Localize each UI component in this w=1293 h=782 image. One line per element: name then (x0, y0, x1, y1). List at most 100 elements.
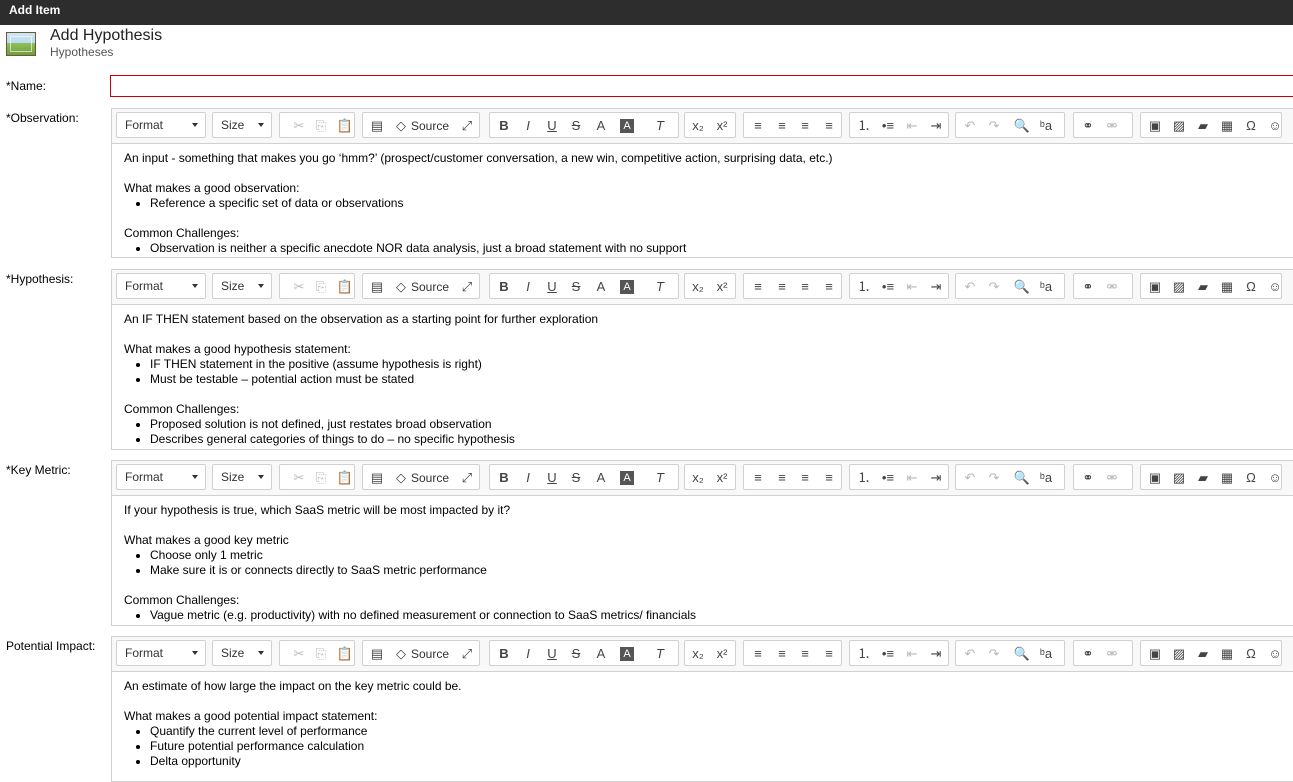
align-center-icon[interactable]: ≡ (772, 469, 792, 487)
size-dropdown[interactable]: Size (212, 273, 272, 299)
name-input[interactable] (110, 75, 1293, 97)
strikethrough-icon[interactable]: S (566, 117, 586, 135)
numbered-list-icon[interactable]: ⒈ (854, 645, 874, 663)
italic-icon[interactable]: I (518, 469, 538, 487)
subscript-icon[interactable]: x₂ (688, 469, 708, 487)
paste-icon[interactable]: 📋 (335, 645, 355, 663)
paste-icon[interactable]: 📋 (335, 117, 355, 135)
indent-icon[interactable]: ⇥ (926, 117, 946, 135)
bulleted-list-icon[interactable]: •≡ (878, 645, 898, 663)
bold-icon[interactable]: B (494, 117, 514, 135)
indent-icon[interactable]: ⇥ (926, 278, 946, 296)
redo-icon[interactable]: ↷ (984, 645, 1004, 663)
cut-icon[interactable]: ✂ (289, 278, 309, 296)
outdent-icon[interactable]: ⇤ (902, 117, 922, 135)
cut-icon[interactable]: ✂ (289, 469, 309, 487)
numbered-list-icon[interactable]: ⒈ (854, 278, 874, 296)
maximize-icon[interactable]: ⤢ (457, 469, 477, 487)
paste-icon[interactable]: 📋 (335, 469, 355, 487)
redo-icon[interactable]: ↷ (984, 117, 1004, 135)
strikethrough-icon[interactable]: S (566, 278, 586, 296)
document-icon[interactable]: ▤ (367, 645, 387, 663)
indent-icon[interactable]: ⇥ (926, 645, 946, 663)
text-color-icon[interactable]: A (591, 469, 611, 487)
find-icon[interactable]: 🔍 (1012, 469, 1032, 487)
remove-format-icon[interactable]: T (650, 278, 670, 296)
underline-icon[interactable]: U (542, 117, 562, 135)
align-left-icon[interactable]: ≡ (748, 469, 768, 487)
bulleted-list-icon[interactable]: •≡ (878, 469, 898, 487)
source-icon[interactable]: ◇ (391, 278, 411, 296)
editor-content[interactable]: An input - something that makes you go ‘… (112, 144, 1293, 256)
italic-icon[interactable]: I (518, 117, 538, 135)
unlink-icon[interactable]: ⚮ (1102, 117, 1122, 135)
document-icon[interactable]: ▤ (367, 117, 387, 135)
numbered-list-icon[interactable]: ⒈ (854, 117, 874, 135)
bulleted-list-icon[interactable]: •≡ (878, 117, 898, 135)
background-color-icon[interactable]: A (620, 647, 634, 661)
replace-icon[interactable]: ᵇa (1036, 278, 1056, 296)
italic-icon[interactable]: I (518, 645, 538, 663)
format-dropdown[interactable]: Format (116, 464, 206, 490)
redo-icon[interactable]: ↷ (984, 469, 1004, 487)
accessibility-icon[interactable]: ☺ (1265, 117, 1285, 135)
remove-format-icon[interactable]: T (650, 117, 670, 135)
insert-image-icon[interactable]: ▣ (1145, 645, 1165, 663)
outdent-icon[interactable]: ⇤ (902, 469, 922, 487)
accessibility-icon[interactable]: ☺ (1265, 278, 1285, 296)
strikethrough-icon[interactable]: S (566, 469, 586, 487)
potential-impact-editor[interactable]: Format Size ✂ ⎘ 📋 ▤ ◇ ⤢ Source B I U S A A Tx₂ x² ≡ ≡ ≡ ≡ ⒈ •≡… (111, 636, 1293, 782)
image-manager-icon[interactable]: ▨ (1169, 645, 1189, 663)
justify-icon[interactable]: ≡ (819, 117, 839, 135)
link-icon[interactable]: ⚭ (1078, 645, 1098, 663)
remove-format-icon[interactable]: T (650, 645, 670, 663)
text-color-icon[interactable]: A (591, 645, 611, 663)
align-left-icon[interactable]: ≡ (748, 278, 768, 296)
justify-icon[interactable]: ≡ (819, 469, 839, 487)
align-center-icon[interactable]: ≡ (772, 278, 792, 296)
key-metric-editor[interactable]: Format Size ✂ ⎘ 📋 ▤ ◇ ⤢ Source B I U S A A Tx₂ x² ≡ ≡ ≡ ≡ ⒈ •≡… (111, 460, 1293, 626)
format-dropdown[interactable]: Format (116, 640, 206, 666)
omega-icon[interactable]: Ω (1241, 645, 1261, 663)
outdent-icon[interactable]: ⇤ (902, 278, 922, 296)
superscript-icon[interactable]: x² (712, 469, 732, 487)
copy-icon[interactable]: ⎘ (311, 469, 331, 487)
align-left-icon[interactable]: ≡ (748, 117, 768, 135)
undo-icon[interactable]: ↶ (960, 469, 980, 487)
source-icon[interactable]: ◇ (391, 645, 411, 663)
insert-image-icon[interactable]: ▣ (1145, 469, 1165, 487)
undo-icon[interactable]: ↶ (960, 117, 980, 135)
superscript-icon[interactable]: x² (712, 117, 732, 135)
table-icon[interactable]: ▦ (1217, 645, 1237, 663)
remove-format-icon[interactable]: T (650, 469, 670, 487)
link-icon[interactable]: ⚭ (1078, 117, 1098, 135)
indent-icon[interactable]: ⇥ (926, 469, 946, 487)
unlink-icon[interactable]: ⚮ (1102, 645, 1122, 663)
superscript-icon[interactable]: x² (712, 645, 732, 663)
editor-content[interactable]: An IF THEN statement based on the observ… (112, 305, 1293, 447)
outdent-icon[interactable]: ⇤ (902, 645, 922, 663)
subscript-icon[interactable]: x₂ (688, 278, 708, 296)
text-color-icon[interactable]: A (591, 278, 611, 296)
text-color-icon[interactable]: A (591, 117, 611, 135)
justify-icon[interactable]: ≡ (819, 278, 839, 296)
justify-icon[interactable]: ≡ (819, 645, 839, 663)
source-button-label[interactable]: Source (411, 469, 449, 487)
align-right-icon[interactable]: ≡ (795, 278, 815, 296)
bold-icon[interactable]: B (494, 278, 514, 296)
unlink-icon[interactable]: ⚮ (1102, 278, 1122, 296)
background-color-icon[interactable]: A (620, 471, 634, 485)
folder-icon[interactable]: ▰ (1193, 645, 1213, 663)
replace-icon[interactable]: ᵇa (1036, 117, 1056, 135)
omega-icon[interactable]: Ω (1241, 278, 1261, 296)
folder-icon[interactable]: ▰ (1193, 469, 1213, 487)
bold-icon[interactable]: B (494, 469, 514, 487)
numbered-list-icon[interactable]: ⒈ (854, 469, 874, 487)
size-dropdown[interactable]: Size (212, 112, 272, 138)
size-dropdown[interactable]: Size (212, 464, 272, 490)
observation-editor[interactable]: Format Size ✂ ⎘ 📋 ▤ ◇ ⤢ Source B I U S A A Tx₂ x² ≡ ≡ ≡ ≡ ⒈ •≡… (111, 108, 1293, 258)
maximize-icon[interactable]: ⤢ (457, 278, 477, 296)
editor-content[interactable]: An estimate of how large the impact on t… (112, 672, 1293, 769)
align-right-icon[interactable]: ≡ (795, 645, 815, 663)
source-button-label[interactable]: Source (411, 278, 449, 296)
